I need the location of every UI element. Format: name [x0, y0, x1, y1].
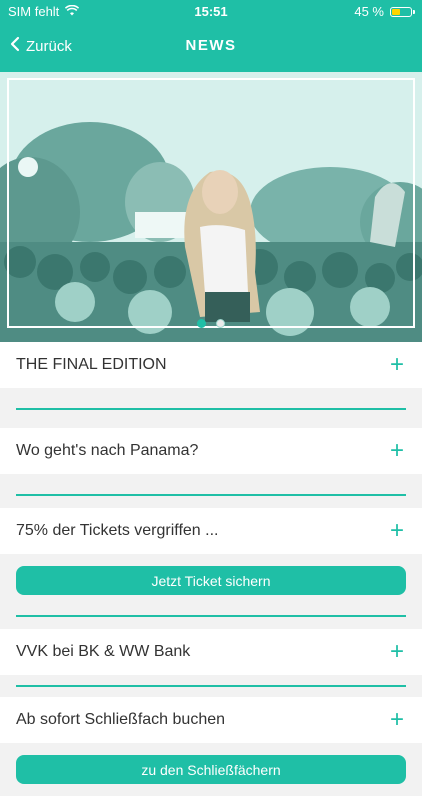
spacer	[0, 687, 422, 697]
news-item-presale[interactable]: VVK bei BK & WW Bank +	[0, 629, 422, 675]
news-item-tickets[interactable]: 75% der Tickets vergriffen ... +	[0, 508, 422, 554]
spacer	[0, 607, 422, 615]
plus-icon[interactable]: +	[390, 640, 404, 664]
button-container: Jetzt Ticket sichern	[0, 554, 422, 607]
carousel-dot[interactable]	[197, 319, 206, 328]
plus-icon[interactable]: +	[390, 708, 404, 732]
carousel-indicator	[0, 319, 422, 328]
app-header: SIM fehlt 15:51 45 % Zurück NEWS	[0, 0, 422, 72]
battery-icon	[390, 6, 415, 17]
plus-icon[interactable]: +	[390, 353, 404, 377]
page-title: NEWS	[185, 37, 237, 54]
button-container: zu den Schließfächern	[0, 743, 422, 796]
spacer	[0, 617, 422, 629]
spacer	[0, 675, 422, 685]
spacer	[0, 388, 422, 408]
news-list: THE FINAL EDITION + Wo geht's nach Panam…	[0, 342, 422, 796]
navigation-bar: Zurück NEWS	[0, 26, 422, 66]
news-item-final-edition[interactable]: THE FINAL EDITION +	[0, 342, 422, 388]
status-bar: SIM fehlt 15:51 45 %	[0, 0, 422, 22]
spacer	[0, 474, 422, 494]
news-item-label: Wo geht's nach Panama?	[16, 442, 199, 459]
lockers-button[interactable]: zu den Schließfächern	[16, 755, 406, 784]
news-item-label: THE FINAL EDITION	[16, 356, 167, 373]
carousel-dot[interactable]	[216, 319, 225, 328]
news-item-label: 75% der Tickets vergriffen ...	[16, 522, 219, 539]
plus-icon[interactable]: +	[390, 439, 404, 463]
hero-image-carousel[interactable]	[0, 72, 422, 342]
news-item-lockers[interactable]: Ab sofort Schließfach buchen +	[0, 697, 422, 743]
battery-status: 45 %	[354, 4, 415, 19]
news-item-label: Ab sofort Schließfach buchen	[16, 711, 226, 728]
news-item-label: VVK bei BK & WW Bank	[16, 643, 191, 660]
news-item-panama[interactable]: Wo geht's nach Panama? +	[0, 428, 422, 474]
battery-fill	[392, 8, 400, 15]
get-ticket-button[interactable]: Jetzt Ticket sichern	[16, 566, 406, 595]
plus-icon[interactable]: +	[390, 519, 404, 543]
spacer	[0, 496, 422, 508]
spacer	[0, 410, 422, 428]
battery-percent: 45 %	[354, 4, 384, 19]
image-frame	[7, 78, 415, 328]
